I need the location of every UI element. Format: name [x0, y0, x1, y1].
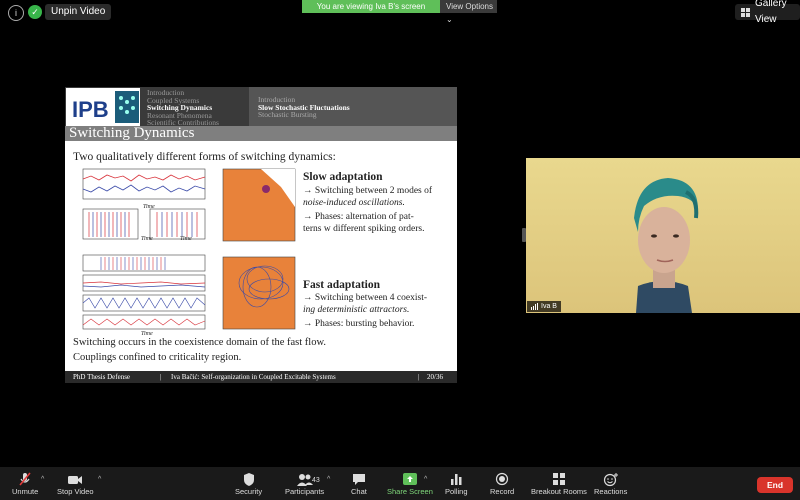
slide-section-nav: Introduction Coupled Systems Switching D…	[147, 89, 219, 127]
signal-bars-icon	[531, 303, 538, 310]
view-options-label: View Options	[446, 2, 493, 11]
slide-intro: Two qualitatively different forms of swi…	[73, 151, 336, 163]
slide-conclusion: Couplings confined to criticality region…	[73, 352, 242, 363]
axis-label-time: Time	[141, 236, 153, 242]
footer-author-title: Iva Bačić: Self-organization in Coupled …	[171, 373, 336, 381]
stop-video-label: Stop Video	[57, 487, 94, 496]
reactions-button[interactable]: Reactions	[594, 472, 627, 496]
slow-adaptation-line: → Switching between 2 modes of	[303, 186, 433, 196]
polling-button[interactable]: Polling	[445, 472, 468, 496]
participants-count: 43	[312, 477, 320, 484]
footer-separator: |	[418, 373, 420, 381]
smiley-plus-icon	[603, 472, 619, 487]
breakout-rooms-button[interactable]: Breakout Rooms	[531, 472, 587, 496]
view-options-button[interactable]: View Options ⌄	[440, 0, 497, 24]
chat-label: Chat	[351, 487, 367, 496]
slide-conclusion: Switching occurs in the coexistence doma…	[73, 337, 326, 348]
breakout-rooms-label: Breakout Rooms	[531, 487, 587, 496]
fast-adaptation-line: ing deterministic attractors.	[303, 305, 410, 315]
record-label: Record	[490, 487, 515, 496]
share-screen-label: Share Screen	[387, 487, 433, 496]
slide-header: IPB Introduction Coupled Systems Switchi…	[65, 87, 457, 126]
shared-slide: IPB Introduction Coupled Systems Switchi…	[65, 87, 457, 383]
slow-adaptation-line: terns w different spiking orders.	[303, 224, 425, 234]
chevron-down-icon: ⌄	[446, 15, 453, 24]
nav-subsection: Stochastic Bursting	[258, 110, 317, 120]
unpin-video-button[interactable]: Unpin Video	[45, 4, 112, 20]
participant-name: Iva B	[541, 303, 557, 310]
security-button[interactable]: Security	[235, 472, 262, 496]
unmute-button[interactable]: Unmute	[12, 472, 38, 496]
institute-logo: IPB	[66, 88, 140, 126]
participants-options-caret-icon[interactable]: ^	[327, 476, 330, 483]
participants-icon	[296, 472, 314, 487]
gallery-view-button[interactable]: Gallery View	[735, 0, 800, 25]
record-icon	[495, 472, 509, 487]
security-label: Security	[235, 487, 263, 496]
shield-icon	[242, 472, 256, 487]
footer-separator: |	[160, 373, 162, 381]
slow-adaptation-line: → Phases: alternation of pat-	[303, 212, 414, 222]
microphone-muted-icon	[18, 472, 32, 487]
participant-video-image	[526, 158, 800, 313]
breakout-rooms-icon	[552, 472, 566, 487]
record-button[interactable]: Record	[490, 472, 514, 496]
share-screen-icon	[402, 472, 418, 487]
nav-subsection: Introduction	[258, 95, 296, 104]
viewing-screen-banner: You are viewing Iva B's screen	[302, 0, 440, 13]
participants-label: Participants	[285, 487, 325, 496]
video-options-caret-icon[interactable]: ^	[98, 476, 101, 483]
phase-portrait-slow	[222, 168, 296, 242]
participants-button[interactable]: Participants	[285, 472, 324, 496]
fast-adaptation-line: → Switching between 4 coexist-	[303, 293, 428, 303]
phase-portrait-fast	[222, 256, 296, 330]
footer-page-number: 20/36	[427, 373, 443, 381]
chat-button[interactable]: Chat	[351, 472, 367, 496]
axis-label-time: Time	[143, 204, 155, 210]
participant-name-badge: Iva B	[527, 301, 561, 312]
video-camera-icon	[67, 472, 83, 487]
slow-adaptation-heading: Slow adaptation	[303, 171, 383, 183]
polling-label: Polling	[445, 487, 468, 496]
footer-event: PhD Thesis Defense	[73, 373, 131, 381]
info-icon[interactable]: i	[8, 5, 24, 21]
gallery-view-label: Gallery View	[755, 0, 787, 25]
participant-video-tile[interactable]	[526, 158, 800, 313]
stop-video-button[interactable]: Stop Video	[57, 472, 94, 496]
grid-icon	[741, 7, 750, 17]
shield-check-icon: ✓	[28, 5, 42, 19]
axis-label-time: Time	[180, 236, 192, 242]
end-meeting-button[interactable]: End	[757, 477, 793, 493]
reactions-label: Reactions	[594, 487, 628, 496]
audio-options-caret-icon[interactable]: ^	[41, 476, 44, 483]
share-options-caret-icon[interactable]: ^	[424, 476, 427, 483]
unmute-label: Unmute	[12, 487, 39, 496]
time-series-figure-slow	[82, 168, 206, 240]
fast-adaptation-line: → Phases: bursting behavior.	[303, 319, 415, 329]
ipb-logo-graphic: IPB	[72, 91, 139, 123]
bar-chart-icon	[449, 472, 463, 487]
logo-text: IPB	[72, 97, 109, 122]
time-series-figure-fast	[82, 254, 206, 330]
slide-title: Switching Dynamics	[65, 126, 457, 141]
fast-adaptation-heading: Fast adaptation	[303, 279, 380, 291]
chat-bubble-icon	[352, 472, 366, 487]
slide-footer: PhD Thesis Defense | Iva Bačić: Self-org…	[65, 371, 457, 383]
slide-subsection-nav: Introduction Slow Stochastic Fluctuation…	[249, 87, 457, 126]
slow-adaptation-line: noise-induced oscillations.	[303, 198, 405, 208]
